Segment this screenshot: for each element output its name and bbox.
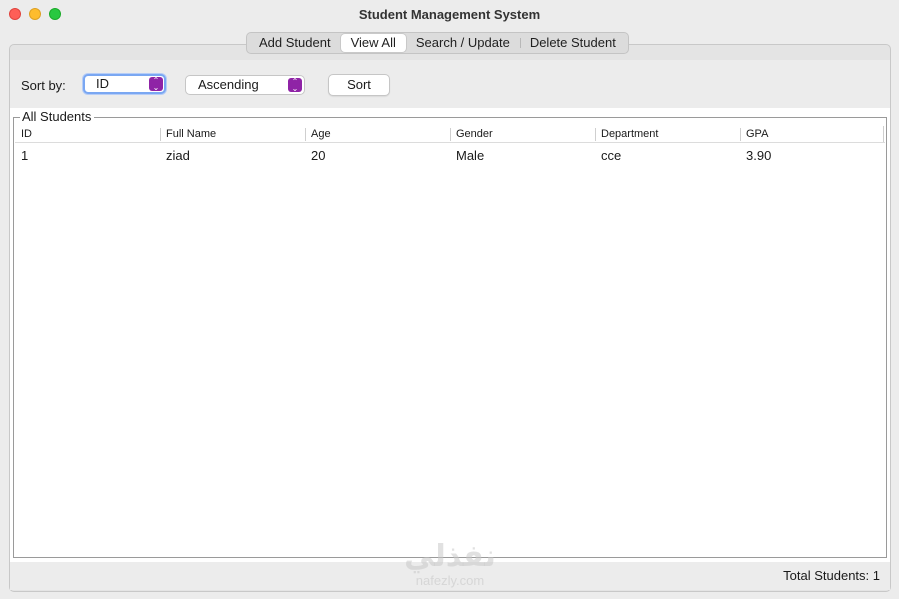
group-title: All Students [20,109,95,124]
cell-id: 1 [21,148,29,163]
tab-add-student[interactable]: Add Student [249,34,341,52]
tab-view-all[interactable]: View All [340,34,406,52]
tab-bar: Add Student View All Search / Update Del… [246,32,629,54]
sort-order-select[interactable]: Ascending ⌃ ⌄ [185,75,305,95]
cell-department: cce [601,148,622,163]
table-header: ID Full Name Age Gender Department GPA [15,126,885,143]
app-window: Student Management System Add Student Vi… [0,0,899,599]
table-row[interactable]: 1 ziad 20 Male cce 3.90 [15,147,885,165]
column-header-gender[interactable]: Gender [450,126,595,142]
maximize-window-button[interactable] [49,8,61,20]
status-bar: Total Students: 1 [10,562,890,590]
cell-gpa: 3.90 [746,148,772,163]
tab-search-update[interactable]: Search / Update [406,34,520,52]
total-students-label: Total Students: 1 [783,568,880,583]
all-students-group: All Students ID Full Name Age Gender Dep… [13,109,887,558]
cell-gender: Male [456,148,485,163]
column-header-id[interactable]: ID [15,126,160,142]
column-header-department[interactable]: Department [595,126,740,142]
minimize-window-button[interactable] [29,8,41,20]
cell-full-name: ziad [166,148,190,163]
close-window-button[interactable] [9,8,21,20]
title-bar: Student Management System [0,0,899,28]
students-panel: All Students ID Full Name Age Gender Dep… [10,108,890,562]
sort-button[interactable]: Sort [328,74,390,96]
tab-delete-student[interactable]: Delete Student [519,34,626,52]
sort-by-label: Sort by: [21,78,66,93]
cell-age: 20 [311,148,326,163]
sort-field-select[interactable]: ID ⌃ ⌄ [83,74,166,94]
sort-toolbar: Sort by: ID ⌃ ⌄ Ascending ⌃ ⌄ Sort [10,60,890,108]
column-header-age[interactable]: Age [305,126,450,142]
chevron-up-down-icon: ⌃ ⌄ [149,77,163,92]
sort-order-value: Ascending [198,77,259,92]
window-title: Student Management System [358,6,541,22]
chevron-up-down-icon: ⌃ ⌄ [288,78,302,93]
column-header-full-name[interactable]: Full Name [160,126,305,142]
column-header-gpa[interactable]: GPA [740,126,884,142]
sort-field-value: ID [96,76,109,91]
